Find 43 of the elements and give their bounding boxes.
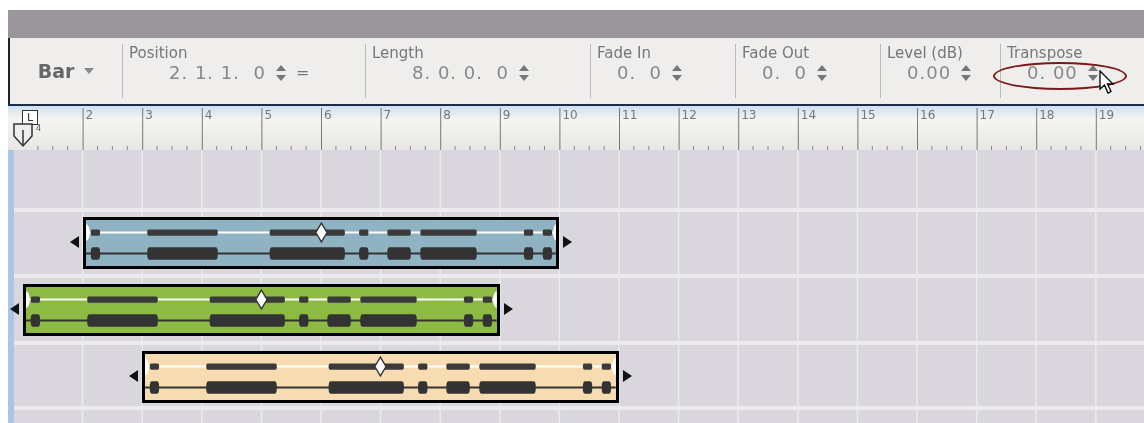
locator-marker[interactable]: L bbox=[22, 110, 38, 125]
value-field[interactable]: 0.00 bbox=[907, 62, 952, 83]
value-field[interactable]: 8. 0. 0. 0 bbox=[412, 62, 509, 83]
right-arrow-icon[interactable] bbox=[563, 236, 573, 248]
bar-number: 6 bbox=[324, 108, 332, 122]
bar-number: 19 bbox=[1098, 108, 1115, 122]
marker-label: 4 bbox=[36, 124, 42, 133]
value-field[interactable]: 0. 00 bbox=[1027, 62, 1078, 83]
field-label: Position bbox=[129, 44, 188, 62]
bar-number: 14 bbox=[800, 108, 817, 122]
value-field[interactable]: 0. 0 bbox=[762, 62, 808, 83]
bar-number: 12 bbox=[681, 108, 697, 122]
bar-number: 10 bbox=[562, 108, 578, 122]
field-label: Fade In bbox=[597, 44, 651, 62]
bar-number: 7 bbox=[383, 108, 392, 122]
left-arrow-icon[interactable] bbox=[69, 236, 79, 248]
right-arrow-icon[interactable] bbox=[623, 370, 632, 382]
bar-number: 9 bbox=[502, 108, 511, 122]
field-label: Transpose bbox=[1007, 44, 1083, 62]
value-field[interactable]: 2. 1. 1. 0 bbox=[169, 62, 266, 83]
field-label: Fade Out bbox=[742, 44, 810, 62]
field-label: Length bbox=[372, 44, 424, 62]
right-arrow-icon[interactable] bbox=[503, 303, 513, 315]
field-label: Level (dB) bbox=[887, 44, 963, 62]
unit-dropdown[interactable]: Bar bbox=[10, 38, 122, 104]
bar-number: 8 bbox=[443, 108, 451, 122]
mouse-cursor-icon bbox=[1099, 70, 1117, 94]
bar-number: 5 bbox=[264, 108, 273, 122]
left-arrow-icon[interactable] bbox=[129, 370, 139, 382]
playhead-icon[interactable] bbox=[12, 122, 34, 148]
bar-number: 3 bbox=[145, 108, 153, 122]
caret-icon bbox=[84, 68, 95, 74]
bar-number: 16 bbox=[920, 108, 936, 122]
bar-number: 2 bbox=[85, 108, 94, 122]
bar-number: 4 bbox=[204, 108, 213, 122]
bar-number: 17 bbox=[979, 108, 995, 122]
bar-number: 11 bbox=[622, 108, 638, 122]
bar-number: 15 bbox=[860, 108, 876, 122]
bar-number: 13 bbox=[741, 108, 757, 122]
bar-number: 18 bbox=[1039, 108, 1055, 122]
left-arrow-icon[interactable] bbox=[10, 303, 19, 315]
link-symbol: = bbox=[295, 63, 310, 82]
value-field[interactable]: 0. 0 bbox=[617, 62, 663, 83]
